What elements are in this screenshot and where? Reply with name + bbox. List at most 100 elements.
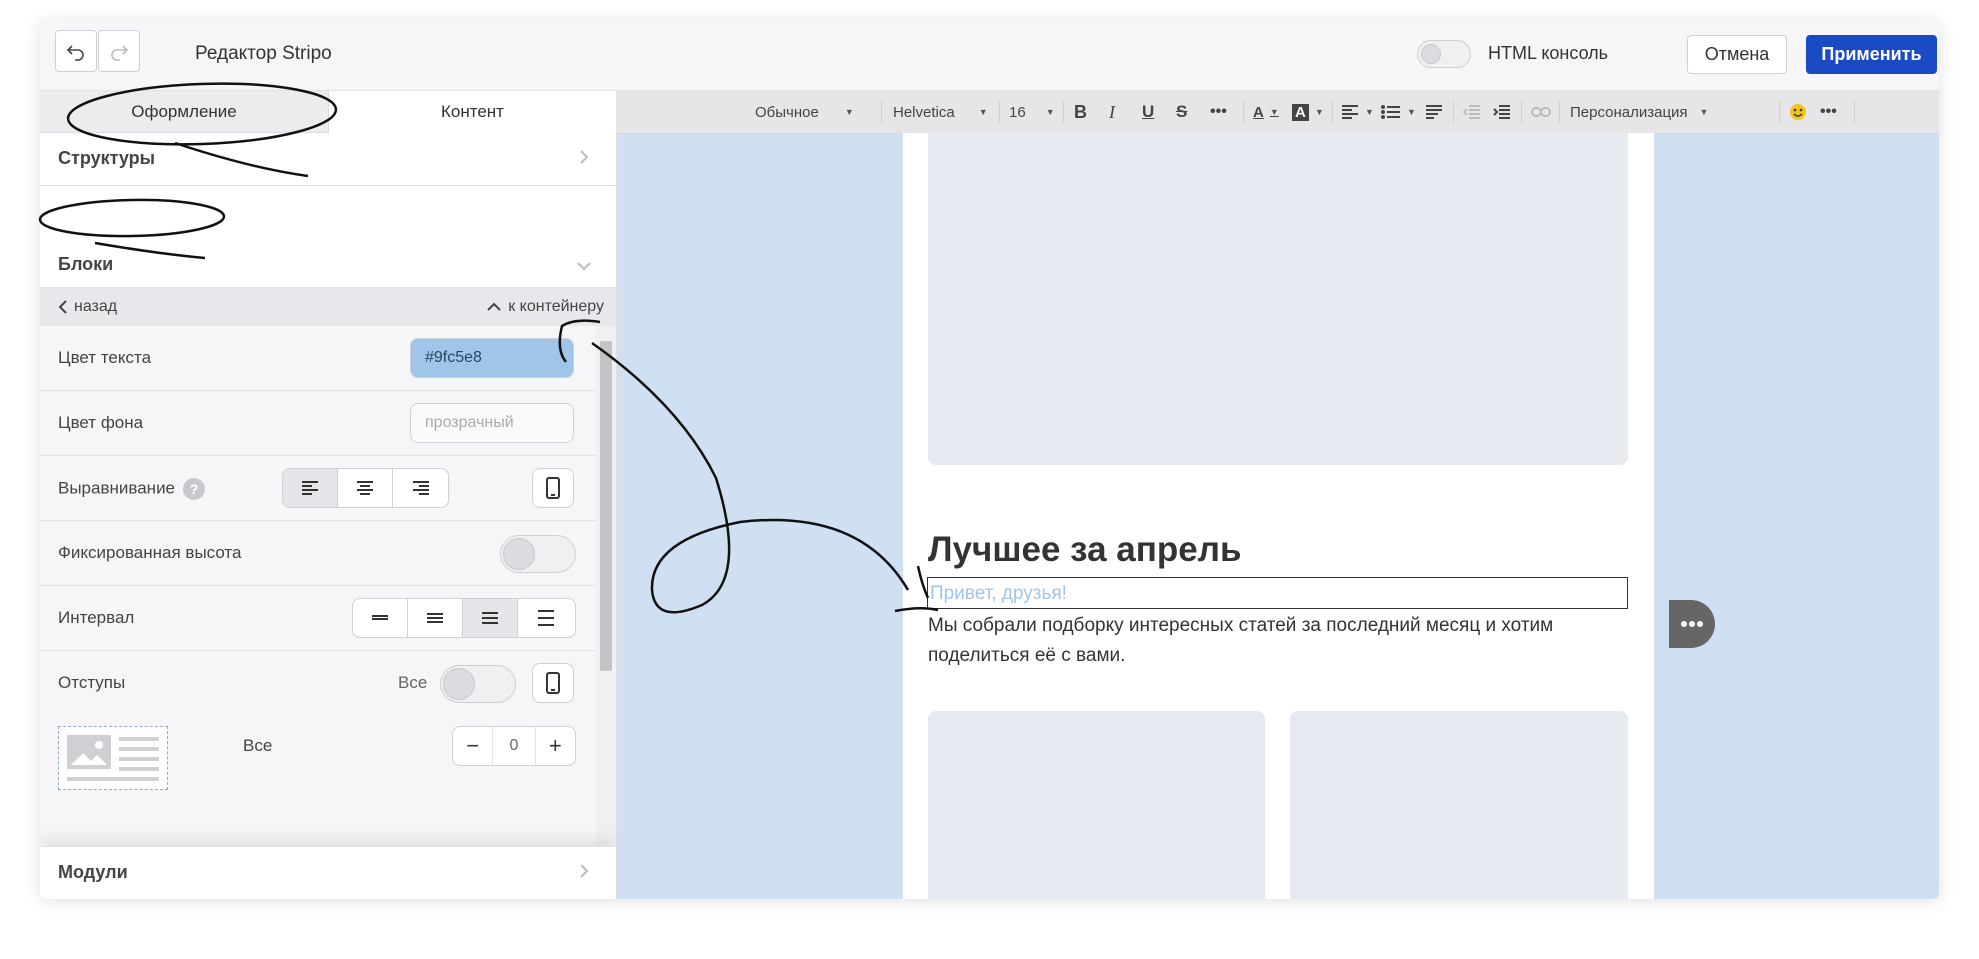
line-spacing-normal-icon <box>427 613 443 623</box>
emoji-icon[interactable] <box>1789 91 1807 133</box>
prop-spacing: Интервал <box>40 586 596 651</box>
alignment-label-text: Выравнивание <box>58 478 176 498</box>
strikethrough-icon[interactable]: S <box>1176 91 1187 133</box>
chevron-right-icon <box>580 150 589 164</box>
email-body: Лучшее за апрель Привет, друзья! Мы собр… <box>903 133 1654 899</box>
size-label: 16 <box>1009 103 1026 121</box>
apply-button[interactable]: Применить <box>1806 35 1937 74</box>
font-dropdown[interactable]: Helvetica ▼ <box>893 91 988 133</box>
bg-color-label: Цвет фона <box>58 413 144 432</box>
line-height-icon[interactable] <box>1425 91 1443 133</box>
paddings-label: Отступы <box>58 673 126 692</box>
prop-alignment: Выравнивание? <box>40 456 596 521</box>
back-link[interactable]: назад <box>58 298 117 316</box>
padding-value[interactable]: 0 <box>492 727 536 765</box>
chevron-up-icon <box>487 302 501 311</box>
mobile-icon <box>546 672 560 694</box>
section-blocks-label: Блоки <box>58 254 114 274</box>
align-right-button[interactable] <box>393 469 448 507</box>
line-spacing-wide-icon <box>537 610 554 626</box>
align-dropdown-icon[interactable]: ▼ <box>1341 91 1374 133</box>
image-placeholder-top[interactable] <box>928 133 1628 465</box>
paddings-all-label: Все <box>398 673 428 692</box>
undo-icon <box>66 45 84 61</box>
email-canvas: Обычное ▼ Helvetica ▼ 16 ▼ B I U S ••• A ▼ A… <box>617 91 1939 899</box>
section-structures[interactable]: Структуры <box>40 133 616 186</box>
format-dropdown[interactable]: Обычное ▼ <box>755 91 854 133</box>
spacing-label: Интервал <box>58 608 135 627</box>
align-center-icon <box>357 481 373 495</box>
help-icon[interactable]: ? <box>183 478 206 500</box>
mobile-paddings-button[interactable] <box>532 663 574 703</box>
spacing-3-button[interactable] <box>463 599 518 637</box>
underline-icon[interactable]: U <box>1142 91 1154 133</box>
spacing-2-button[interactable] <box>408 599 463 637</box>
app-title: Редактор Stripo <box>195 43 332 64</box>
editor-window: Редактор Stripo HTML консоль Отмена Прим… <box>40 20 1939 899</box>
italic-icon[interactable]: I <box>1109 91 1115 133</box>
list-dropdown-icon[interactable]: ▼ <box>1381 91 1416 133</box>
chevron-left-icon <box>58 300 67 314</box>
line-spacing-medium-icon <box>482 612 498 624</box>
email-heading[interactable]: Лучшее за апрель <box>928 530 1242 570</box>
bold-icon[interactable]: B <box>1074 91 1087 133</box>
block-subbar: назад к контейнеру <box>40 288 616 326</box>
panel-tabs: Оформление Контент <box>40 91 616 133</box>
text-color-field[interactable]: #9fc5e8 <box>410 338 574 378</box>
outdent-icon[interactable] <box>1463 91 1481 133</box>
image-placeholder-left[interactable] <box>928 711 1265 899</box>
prop-text-color: Цвет текста #9fc5e8 <box>40 326 596 391</box>
redo-button[interactable] <box>98 30 140 72</box>
personalization-label: Персонализация <box>1570 103 1688 121</box>
section-modules[interactable]: Модули <box>40 846 616 899</box>
font-label: Helvetica <box>893 103 955 121</box>
to-container-link[interactable]: к контейнеру <box>486 298 604 316</box>
line-spacing-tight-icon <box>372 615 388 620</box>
back-label: назад <box>74 298 118 315</box>
block-more-button[interactable] <box>1669 600 1715 648</box>
size-dropdown[interactable]: 16 ▼ <box>1009 91 1055 133</box>
spacing-4-button[interactable] <box>518 599 573 637</box>
cancel-button[interactable]: Отмена <box>1687 35 1787 74</box>
to-container-label: к контейнеру <box>508 298 604 315</box>
align-center-button[interactable] <box>338 469 393 507</box>
prop-fixed-height: Фиксированная высота <box>40 521 596 586</box>
properties-panel: Цвет текста #9fc5e8 Цвет фона прозрачный… <box>40 326 596 884</box>
redo-icon <box>111 45 129 61</box>
minus-button[interactable]: − <box>453 727 492 765</box>
paddings-all-label-2: Все <box>243 736 273 755</box>
section-blocks[interactable]: Блоки <box>40 186 616 288</box>
chevron-right-icon <box>580 864 589 878</box>
paddings-all-toggle[interactable] <box>440 665 516 703</box>
padding-stepper: − 0 + <box>452 726 576 766</box>
mobile-alignment-button[interactable] <box>532 468 574 508</box>
section-structures-label: Структуры <box>58 148 155 168</box>
tab-appearance[interactable]: Оформление <box>40 91 328 133</box>
prop-bg-color: Цвет фона прозрачный <box>40 391 596 456</box>
more-format-icon[interactable]: ••• <box>1210 91 1227 133</box>
padding-preview-thumbnail <box>58 726 168 790</box>
scrollbar-thumb[interactable] <box>600 341 612 671</box>
fixed-height-label: Фиксированная высота <box>58 543 242 562</box>
indent-icon[interactable] <box>1493 91 1511 133</box>
align-left-button[interactable] <box>283 469 338 507</box>
bg-color-field[interactable]: прозрачный <box>410 403 574 443</box>
highlight-color-icon[interactable]: A ▼ <box>1292 91 1324 133</box>
tab-content[interactable]: Контент <box>328 91 616 133</box>
more-options-icon[interactable]: ••• <box>1820 91 1837 133</box>
left-panel: Оформление Контент Структуры Блоки назад… <box>40 91 617 899</box>
html-console-label: HTML консоль <box>1488 43 1609 63</box>
image-placeholder-right[interactable] <box>1290 711 1628 899</box>
image-placeholder-icon <box>67 735 159 781</box>
align-left-icon <box>302 481 318 495</box>
html-console-toggle[interactable] <box>1417 40 1471 68</box>
text-color-icon[interactable]: A ▼ <box>1253 91 1279 133</box>
spacing-1-button[interactable] <box>353 599 408 637</box>
personalization-dropdown[interactable]: Персонализация ▼ <box>1570 91 1708 133</box>
email-greeting[interactable]: Привет, друзья! <box>930 583 1067 605</box>
link-icon[interactable] <box>1531 91 1551 133</box>
undo-button[interactable] <box>55 30 97 72</box>
plus-button[interactable]: + <box>536 727 575 765</box>
email-paragraph[interactable]: Мы собрали подборку интересных статей за… <box>928 611 1628 671</box>
fixed-height-toggle[interactable] <box>500 535 576 573</box>
